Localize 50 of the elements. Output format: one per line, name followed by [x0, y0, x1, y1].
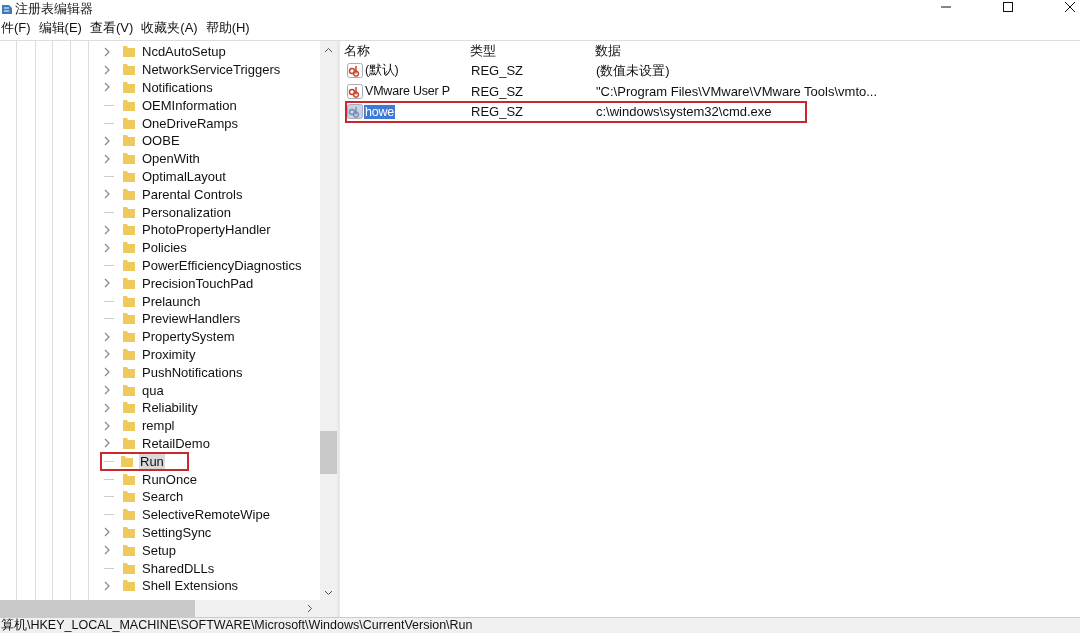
tree-item[interactable]: Run	[139, 453, 165, 469]
tree-item[interactable]: Policies	[141, 240, 188, 256]
column-header[interactable]: 类型	[470, 42, 595, 60]
tree-item[interactable]: OpenWith	[141, 151, 201, 167]
tree-item[interactable]: OneDriveRamps	[141, 115, 240, 131]
tree-item[interactable]: NcdAutoSetup	[141, 44, 227, 60]
tree-item[interactable]: Search	[141, 489, 185, 505]
tree-item[interactable]: PhotoPropertyHandler	[141, 222, 272, 238]
tree-item[interactable]: qua	[141, 382, 165, 398]
menu-item[interactable]: 帮助(H)	[205, 19, 250, 37]
status-bar: 算机\HKEY_LOCAL_MACHINE\SOFTWARE\Microsoft\Windows\CurrentVersion\Run	[0, 617, 1080, 633]
table-cell[interactable]: VMware User P	[364, 84, 451, 99]
tree-item[interactable]: OptimalLayout	[141, 169, 227, 184]
tree-item[interactable]: Shell Extensions	[141, 578, 240, 594]
tree-item[interactable]: OOBE	[141, 133, 181, 149]
tree-item[interactable]: Proximity	[141, 346, 197, 362]
menu-item[interactable]: 编辑(E)	[38, 19, 82, 37]
table-cell-text: REG_SZ	[471, 83, 524, 99]
tree-item[interactable]: SettingSync	[141, 524, 213, 540]
table-cell[interactable]: (默认)	[364, 62, 400, 80]
tree-item[interactable]: NetworkServiceTriggers	[141, 62, 282, 78]
column-header[interactable]: 数据	[595, 42, 621, 60]
table-cell: "C:\Program Files\VMware\VMware Tools\vmto...	[596, 83, 878, 99]
tree-item[interactable]: RunOnce	[141, 471, 198, 487]
table-cell: c:\windows\system32\cmd.exe	[596, 104, 772, 120]
menu-item[interactable]: 收藏夹(A)	[141, 19, 198, 37]
tree-item[interactable]: OEMInformation	[141, 97, 238, 113]
tree-item[interactable]: Setup	[141, 542, 177, 558]
tree-item[interactable]: SelectiveRemoteWipe	[141, 507, 271, 523]
column-header[interactable]: 名称	[342, 42, 470, 60]
tree-item[interactable]: PrecisionTouchPad	[141, 275, 255, 291]
tree-item[interactable]: PreviewHandlers	[141, 311, 242, 327]
menu-item[interactable]: 件(F)	[1, 19, 31, 37]
tree-item[interactable]: Personalization	[141, 204, 232, 220]
tree-item[interactable]: Parental Controls	[141, 186, 244, 202]
tree-item[interactable]: Reliability	[141, 400, 199, 416]
tree-item[interactable]: PushNotifications	[141, 364, 244, 380]
tree-item[interactable]: Notifications	[141, 80, 214, 95]
tree-item[interactable]: PropertySystem	[141, 329, 236, 345]
table-cell[interactable]: howe	[364, 104, 396, 119]
tree-item[interactable]: RetailDemo	[141, 435, 211, 451]
tree-item[interactable]: Prelaunch	[141, 293, 202, 309]
table-cell: (数值未设置)	[596, 61, 670, 80]
menu-item[interactable]: 查看(V)	[89, 19, 134, 37]
tree-item[interactable]: PowerEfficiencyDiagnostics	[141, 257, 303, 273]
tree-item[interactable]: SharedDLLs	[141, 560, 216, 576]
table-cell-text: REG_SZ	[471, 104, 524, 120]
window-title: 注册表编辑器	[15, 0, 93, 18]
tree-item[interactable]: rempl	[141, 418, 176, 434]
table-cell-text: REG_SZ	[471, 63, 524, 79]
